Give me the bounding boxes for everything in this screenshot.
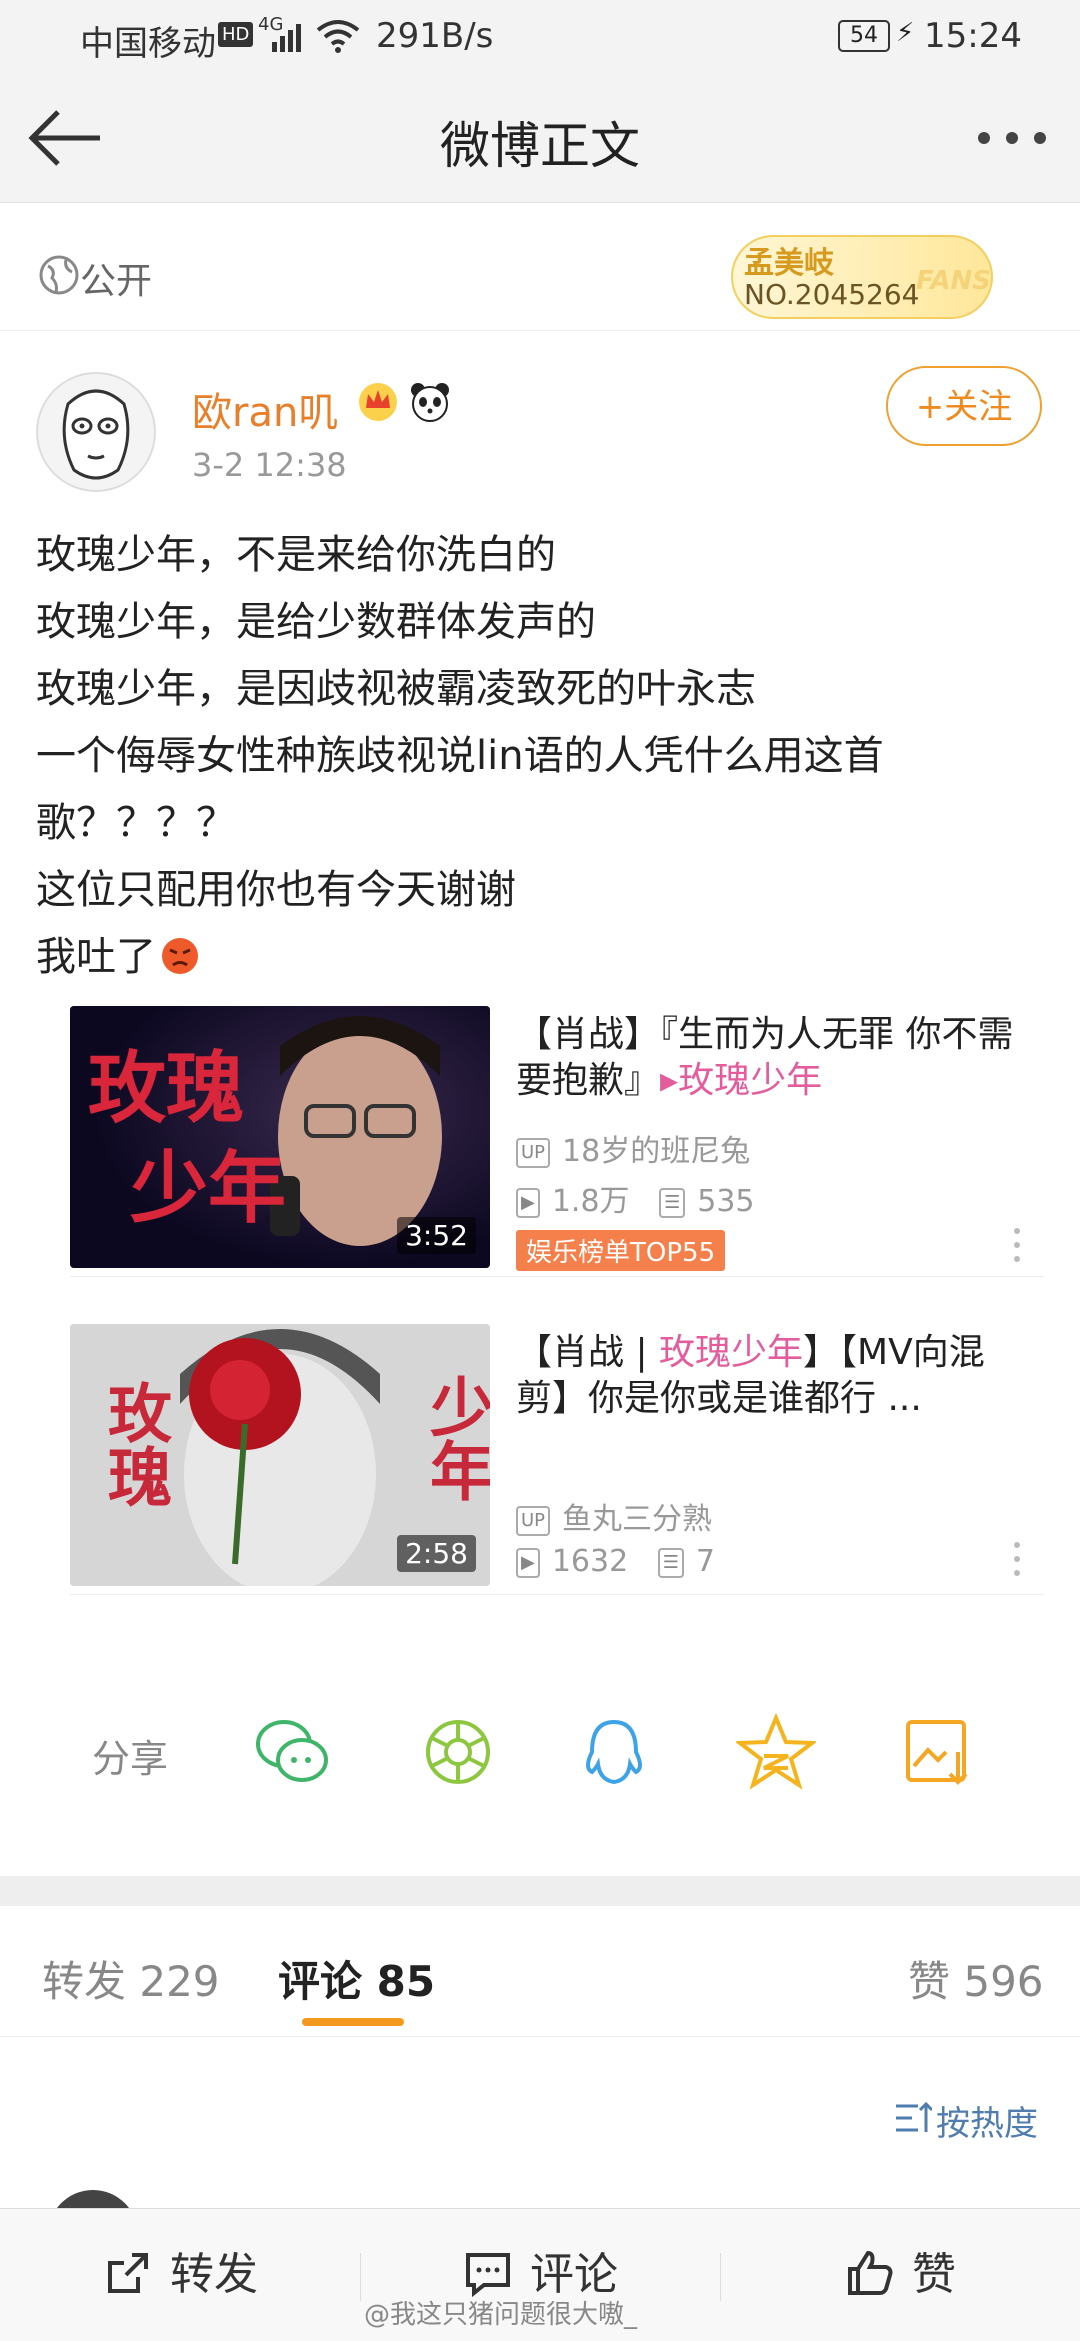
tab-comments[interactable]: 评论 85 (278, 1948, 435, 2009)
play-count-icon: ▶ (516, 1547, 540, 1578)
post-body: 玫瑰少年，不是来给你洗白的 玫瑰少年，是给少数群体发声的 玫瑰少年，是因歧视被霸… (36, 522, 1046, 991)
thumb-text: 少年 (419, 1374, 490, 1502)
sort-label[interactable]: 按热度 (936, 2096, 1038, 2145)
save-image-icon[interactable] (898, 1712, 978, 1792)
post-line: 玫瑰少年，不是来给你洗白的 (36, 532, 556, 578)
post-line: 我吐了 (36, 924, 1046, 991)
up-badge-icon: UP (516, 1505, 551, 1536)
visibility-label: 公开 (80, 261, 153, 302)
globe-icon (38, 254, 80, 300)
status-bar: 中国移动 HD 4G 291B/s 54 ⚡ 15:24 (0, 0, 1080, 72)
video-title[interactable]: 【肖战】『生而为人无罪 你不需要抱歉』▸玫瑰少年 (516, 1012, 1036, 1104)
video-card[interactable]: 玫瑰 少年 2:58 【肖战 | 玫瑰少年】【MV向混剪】你是你或是谁都行 ..… (70, 1324, 1044, 1595)
hd-badge: HD (218, 22, 254, 47)
video-card[interactable]: 玫瑰 少年 3:52 【肖战】『生而为人无罪 你不需要抱歉』▸玫瑰少年 UP 18… (70, 1006, 1044, 1277)
avatar-face-icon (62, 389, 130, 480)
video-more-button[interactable] (1014, 1542, 1022, 1582)
video-duration: 3:52 (397, 1217, 476, 1254)
video-more-button[interactable] (1014, 1228, 1022, 1268)
post-line: 歌？？？？ (36, 800, 236, 846)
video-title[interactable]: 【肖战 | 玫瑰少年】【MV向混剪】你是你或是谁都行 ... (516, 1330, 1036, 1422)
like-button[interactable]: 赞 (720, 2209, 1080, 2341)
up-badge-icon: UP (516, 1137, 551, 1168)
repost-icon (108, 2253, 148, 2293)
video-stats: ▶ 1632 ☰ 7 (516, 1544, 715, 1579)
play-count-icon: ▶ (516, 1187, 540, 1218)
rank-tag: 娱乐榜单TOP55 (516, 1230, 726, 1271)
charging-icon: ⚡ (896, 18, 915, 48)
fans-badge-name: 孟美岐 (744, 246, 834, 281)
thumb-text: 玫瑰 (97, 1380, 172, 1508)
battery-icon: 54 (838, 20, 890, 52)
danmaku-icon: ☰ (657, 1547, 684, 1578)
moments-icon[interactable] (418, 1712, 498, 1792)
video-thumbnail[interactable]: 玫瑰 少年 2:58 (70, 1324, 490, 1586)
network-speed: 291B/s (376, 16, 494, 56)
repost-button[interactable]: 转发 (0, 2209, 360, 2341)
sort-icon[interactable] (892, 2098, 934, 2142)
qq-icon[interactable] (574, 1712, 654, 1792)
post-line: 这位只配用你也有今天谢谢 (36, 867, 516, 913)
avatar[interactable] (36, 372, 156, 492)
thumb-text: 少年 (130, 1143, 287, 1234)
more-button[interactable] (976, 130, 1048, 150)
fans-badge-watermark: FANS (916, 266, 992, 296)
post-line: 玫瑰少年，是给少数群体发声的 (36, 599, 596, 645)
active-tab-indicator (302, 2018, 404, 2026)
thumbs-up-icon (848, 2250, 893, 2295)
thumb-text: 玫瑰 (88, 1043, 245, 1134)
fans-badge-number: NO.2045264 (744, 278, 920, 311)
follow-button[interactable]: +关注 (886, 366, 1042, 446)
post-line: 玫瑰少年，是因歧视被霸凌致死的叶永志 (36, 666, 756, 712)
carrier-label: 中国移动 (80, 24, 216, 64)
panda-icon (408, 380, 452, 428)
video-uploader: UP 18岁的班尼兔 (516, 1126, 750, 1170)
wechat-icon[interactable] (252, 1712, 332, 1792)
qzone-icon[interactable] (734, 1712, 818, 1792)
tab-repost[interactable]: 转发 229 (42, 1948, 220, 2009)
wifi-icon (316, 18, 360, 58)
comment-icon (466, 2253, 510, 2298)
video-stats: ▶ 1.8万 ☰ 535 (516, 1176, 755, 1220)
tab-likes[interactable]: 赞 596 (908, 1948, 1044, 2009)
section-divider (0, 1876, 1080, 1906)
post-line: 一个侮辱女性种族歧视说lin语的人凭什么用这首 (36, 733, 884, 779)
clock: 15:24 (924, 16, 1022, 56)
share-label: 分享 (92, 1737, 169, 1781)
top-nav: 微博正文 (0, 72, 1080, 203)
crown-badge-icon (356, 380, 400, 428)
video-uploader: UP 鱼丸三分熟 (516, 1494, 712, 1538)
video-duration: 2:58 (397, 1535, 476, 1572)
fans-badge[interactable]: 孟美岐 NO.2045264 FANS (730, 232, 1000, 322)
video-thumbnail[interactable]: 玫瑰 少年 3:52 (70, 1006, 490, 1268)
more-dots-icon (978, 132, 1046, 144)
username[interactable]: 欧ran叽 (192, 380, 338, 438)
page-title: 微博正文 (440, 117, 640, 175)
danmaku-icon: ☰ (659, 1187, 686, 1218)
post-date: 3-2 12:38 (192, 446, 347, 484)
angry-emoji-icon (162, 938, 198, 974)
watermark: @我这只猪问题很大嗷_ (364, 2300, 638, 2330)
divider (0, 2036, 1080, 2037)
signal-icon (262, 22, 310, 58)
